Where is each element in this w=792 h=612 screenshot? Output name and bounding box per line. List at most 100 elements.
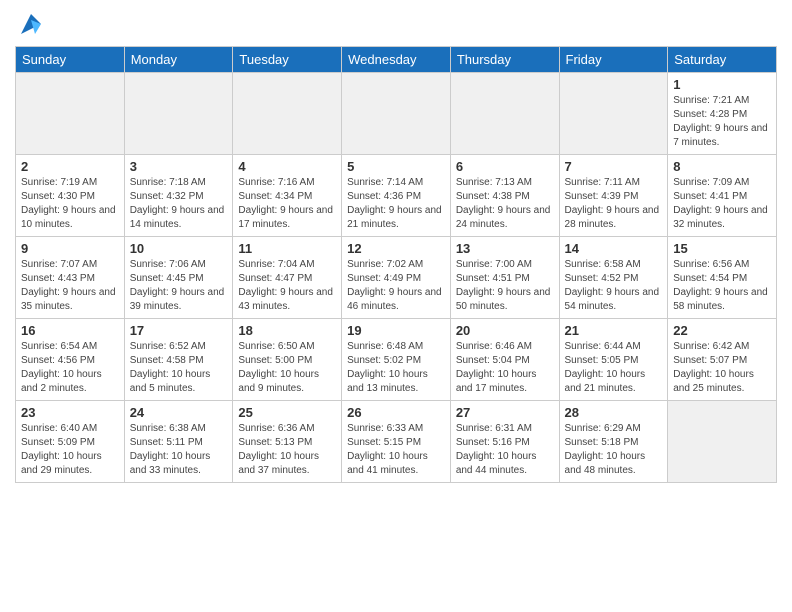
day-info: Sunrise: 6:56 AM Sunset: 4:54 PM Dayligh… bbox=[673, 258, 771, 314]
day-info: Sunrise: 7:07 AM Sunset: 4:43 PM Dayligh… bbox=[21, 258, 119, 314]
calendar-cell: 26 Sunrise: 6:33 AM Sunset: 5:15 PM Dayli… bbox=[342, 401, 451, 483]
weekday-header-tuesday: Tuesday bbox=[233, 47, 342, 73]
day-info: Sunrise: 6:36 AM Sunset: 5:13 PM Dayligh… bbox=[238, 422, 336, 478]
week-row-4: 16 Sunrise: 6:54 AM Sunset: 4:56 PM Dayli… bbox=[16, 319, 777, 401]
day-info: Sunrise: 6:42 AM Sunset: 5:07 PM Dayligh… bbox=[673, 340, 771, 396]
weekday-header-friday: Friday bbox=[559, 47, 668, 73]
calendar-cell: 13 Sunrise: 7:00 AM Sunset: 4:51 PM Dayli… bbox=[450, 237, 559, 319]
day-number: 13 bbox=[456, 241, 554, 256]
calendar-cell: 16 Sunrise: 6:54 AM Sunset: 4:56 PM Dayli… bbox=[16, 319, 125, 401]
day-info: Sunrise: 6:50 AM Sunset: 5:00 PM Dayligh… bbox=[238, 340, 336, 396]
day-number: 23 bbox=[21, 405, 119, 420]
day-number: 3 bbox=[130, 159, 228, 174]
logo-icon bbox=[17, 10, 45, 38]
day-info: Sunrise: 7:16 AM Sunset: 4:34 PM Dayligh… bbox=[238, 176, 336, 232]
calendar-cell: 19 Sunrise: 6:48 AM Sunset: 5:02 PM Dayli… bbox=[342, 319, 451, 401]
day-info: Sunrise: 6:31 AM Sunset: 5:16 PM Dayligh… bbox=[456, 422, 554, 478]
calendar-cell: 3 Sunrise: 7:18 AM Sunset: 4:32 PM Daylig… bbox=[124, 155, 233, 237]
calendar-cell: 11 Sunrise: 7:04 AM Sunset: 4:47 PM Dayli… bbox=[233, 237, 342, 319]
day-number: 20 bbox=[456, 323, 554, 338]
calendar-cell: 15 Sunrise: 6:56 AM Sunset: 4:54 PM Dayli… bbox=[668, 237, 777, 319]
day-number: 4 bbox=[238, 159, 336, 174]
day-info: Sunrise: 6:44 AM Sunset: 5:05 PM Dayligh… bbox=[565, 340, 663, 396]
weekday-header-thursday: Thursday bbox=[450, 47, 559, 73]
day-info: Sunrise: 6:33 AM Sunset: 5:15 PM Dayligh… bbox=[347, 422, 445, 478]
day-number: 28 bbox=[565, 405, 663, 420]
calendar-cell: 4 Sunrise: 7:16 AM Sunset: 4:34 PM Daylig… bbox=[233, 155, 342, 237]
calendar-cell: 7 Sunrise: 7:11 AM Sunset: 4:39 PM Daylig… bbox=[559, 155, 668, 237]
day-info: Sunrise: 7:19 AM Sunset: 4:30 PM Dayligh… bbox=[21, 176, 119, 232]
logo bbox=[15, 10, 45, 38]
day-number: 2 bbox=[21, 159, 119, 174]
day-number: 21 bbox=[565, 323, 663, 338]
day-number: 19 bbox=[347, 323, 445, 338]
day-info: Sunrise: 7:06 AM Sunset: 4:45 PM Dayligh… bbox=[130, 258, 228, 314]
calendar-cell bbox=[16, 73, 125, 155]
day-number: 17 bbox=[130, 323, 228, 338]
calendar-cell bbox=[124, 73, 233, 155]
calendar-cell: 21 Sunrise: 6:44 AM Sunset: 5:05 PM Dayli… bbox=[559, 319, 668, 401]
day-info: Sunrise: 7:14 AM Sunset: 4:36 PM Dayligh… bbox=[347, 176, 445, 232]
calendar-cell: 25Sunrise: 6:36 AM Sunset: 5:13 PM Dayli… bbox=[233, 401, 342, 483]
weekday-header-wednesday: Wednesday bbox=[342, 47, 451, 73]
day-number: 11 bbox=[238, 241, 336, 256]
day-info: Sunrise: 7:13 AM Sunset: 4:38 PM Dayligh… bbox=[456, 176, 554, 232]
day-info: Sunrise: 6:54 AM Sunset: 4:56 PM Dayligh… bbox=[21, 340, 119, 396]
calendar-cell: 12 Sunrise: 7:02 AM Sunset: 4:49 PM Dayli… bbox=[342, 237, 451, 319]
calendar-cell: 23Sunrise: 6:40 AM Sunset: 5:09 PM Dayli… bbox=[16, 401, 125, 483]
calendar-cell bbox=[233, 73, 342, 155]
day-info: Sunrise: 6:38 AM Sunset: 5:11 PM Dayligh… bbox=[130, 422, 228, 478]
day-info: Sunrise: 6:58 AM Sunset: 4:52 PM Dayligh… bbox=[565, 258, 663, 314]
calendar-cell: 24 Sunrise: 6:38 AM Sunset: 5:11 PM Dayli… bbox=[124, 401, 233, 483]
day-number: 7 bbox=[565, 159, 663, 174]
day-info: Sunrise: 7:11 AM Sunset: 4:39 PM Dayligh… bbox=[565, 176, 663, 232]
calendar-cell bbox=[668, 401, 777, 483]
day-number: 6 bbox=[456, 159, 554, 174]
calendar-cell: 8 Sunrise: 7:09 AM Sunset: 4:41 PM Daylig… bbox=[668, 155, 777, 237]
day-number: 16 bbox=[21, 323, 119, 338]
page: SundayMondayTuesdayWednesdayThursdayFrid… bbox=[0, 0, 792, 612]
calendar-cell bbox=[450, 73, 559, 155]
calendar-cell: 2 Sunrise: 7:19 AM Sunset: 4:30 PM Daylig… bbox=[16, 155, 125, 237]
day-info: Sunrise: 6:48 AM Sunset: 5:02 PM Dayligh… bbox=[347, 340, 445, 396]
weekday-header-sunday: Sunday bbox=[16, 47, 125, 73]
day-info: Sunrise: 6:46 AM Sunset: 5:04 PM Dayligh… bbox=[456, 340, 554, 396]
day-info: Sunrise: 7:09 AM Sunset: 4:41 PM Dayligh… bbox=[673, 176, 771, 232]
day-number: 15 bbox=[673, 241, 771, 256]
calendar-cell bbox=[559, 73, 668, 155]
day-number: 5 bbox=[347, 159, 445, 174]
day-number: 9 bbox=[21, 241, 119, 256]
calendar-cell: 20 Sunrise: 6:46 AM Sunset: 5:04 PM Dayli… bbox=[450, 319, 559, 401]
calendar-cell: 22 Sunrise: 6:42 AM Sunset: 5:07 PM Dayli… bbox=[668, 319, 777, 401]
day-number: 14 bbox=[565, 241, 663, 256]
day-number: 27 bbox=[456, 405, 554, 420]
day-info: Sunrise: 7:21 AM Sunset: 4:28 PM Dayligh… bbox=[673, 94, 771, 150]
week-row-3: 9 Sunrise: 7:07 AM Sunset: 4:43 PM Daylig… bbox=[16, 237, 777, 319]
calendar-cell: 27 Sunrise: 6:31 AM Sunset: 5:16 PM Dayli… bbox=[450, 401, 559, 483]
calendar-cell: 6 Sunrise: 7:13 AM Sunset: 4:38 PM Daylig… bbox=[450, 155, 559, 237]
calendar-cell: 1 Sunrise: 7:21 AM Sunset: 4:28 PM Daylig… bbox=[668, 73, 777, 155]
day-info: Sunrise: 7:18 AM Sunset: 4:32 PM Dayligh… bbox=[130, 176, 228, 232]
day-info: Sunrise: 7:04 AM Sunset: 4:47 PM Dayligh… bbox=[238, 258, 336, 314]
weekday-header-row: SundayMondayTuesdayWednesdayThursdayFrid… bbox=[16, 47, 777, 73]
day-info: Sunrise: 6:52 AM Sunset: 4:58 PM Dayligh… bbox=[130, 340, 228, 396]
day-number: 1 bbox=[673, 77, 771, 92]
day-number: 24 bbox=[130, 405, 228, 420]
weekday-header-saturday: Saturday bbox=[668, 47, 777, 73]
day-info: Sunrise: 7:02 AM Sunset: 4:49 PM Dayligh… bbox=[347, 258, 445, 314]
day-number: 22 bbox=[673, 323, 771, 338]
calendar-cell: 5 Sunrise: 7:14 AM Sunset: 4:36 PM Daylig… bbox=[342, 155, 451, 237]
calendar-cell bbox=[342, 73, 451, 155]
calendar-cell: 17 Sunrise: 6:52 AM Sunset: 4:58 PM Dayli… bbox=[124, 319, 233, 401]
day-number: 26 bbox=[347, 405, 445, 420]
day-number: 8 bbox=[673, 159, 771, 174]
week-row-1: 1 Sunrise: 7:21 AM Sunset: 4:28 PM Daylig… bbox=[16, 73, 777, 155]
day-number: 18 bbox=[238, 323, 336, 338]
calendar-cell: 18 Sunrise: 6:50 AM Sunset: 5:00 PM Dayli… bbox=[233, 319, 342, 401]
calendar-cell: 14 Sunrise: 6:58 AM Sunset: 4:52 PM Dayli… bbox=[559, 237, 668, 319]
calendar: SundayMondayTuesdayWednesdayThursdayFrid… bbox=[15, 46, 777, 483]
week-row-5: 23Sunrise: 6:40 AM Sunset: 5:09 PM Dayli… bbox=[16, 401, 777, 483]
day-info: Sunrise: 7:00 AM Sunset: 4:51 PM Dayligh… bbox=[456, 258, 554, 314]
week-row-2: 2 Sunrise: 7:19 AM Sunset: 4:30 PM Daylig… bbox=[16, 155, 777, 237]
day-number: 12 bbox=[347, 241, 445, 256]
